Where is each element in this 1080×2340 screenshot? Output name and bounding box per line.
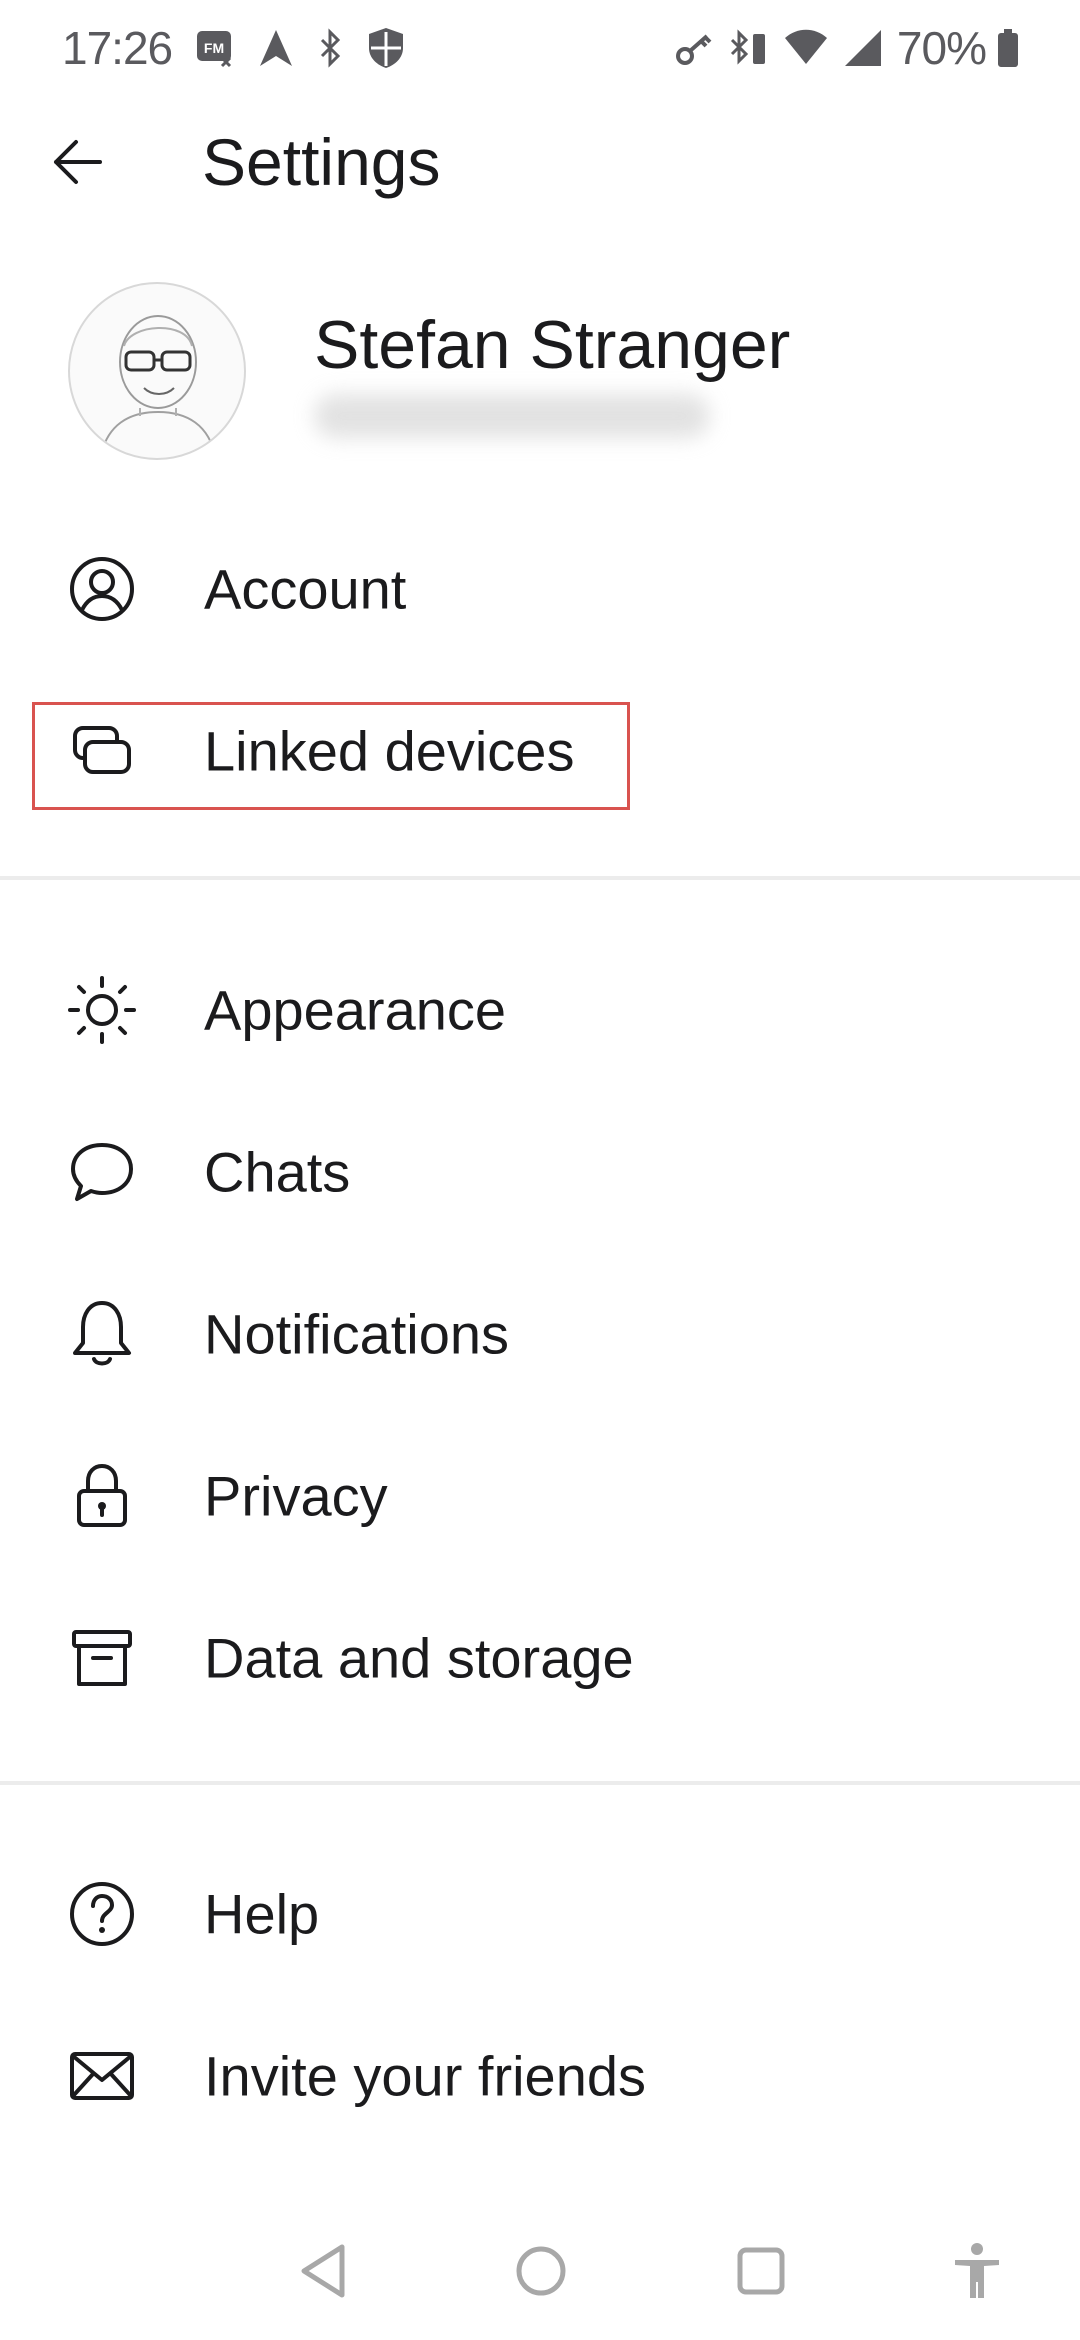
menu-item-label: Notifications <box>204 1302 510 1366</box>
sun-icon <box>66 974 138 1046</box>
signal-icon <box>843 28 883 68</box>
profile-header[interactable]: Stefan Stranger <box>0 270 1080 470</box>
bluetooth-icon <box>318 28 342 68</box>
vpn-key-icon <box>675 28 715 68</box>
account-circle-icon <box>66 553 138 625</box>
wifi-icon <box>783 28 829 68</box>
settings-screen: 17:26 FM 70% Settings Stefan Stranger Ac… <box>0 0 1080 2340</box>
menu-item-label: Data and storage <box>204 1626 634 1690</box>
back-button[interactable] <box>36 120 120 204</box>
fm-radio-icon: FM <box>194 28 234 68</box>
app-bar: Settings <box>0 96 1080 228</box>
navigation-arrow-icon <box>258 28 294 68</box>
menu-item-label: Help <box>204 1882 320 1946</box>
envelope-icon <box>66 2040 138 2112</box>
status-left: 17:26 FM <box>62 21 430 75</box>
section-divider <box>0 1781 1080 1785</box>
menu-item-notifications[interactable]: Notifications <box>0 1253 1080 1415</box>
arrow-back-icon <box>54 140 102 184</box>
system-nav-bar <box>0 2220 1080 2320</box>
status-right: 70% <box>675 21 1020 75</box>
menu-item-invite-your-friends[interactable]: Invite your friends <box>0 1995 1080 2157</box>
menu-item-chats[interactable]: Chats <box>0 1091 1080 1253</box>
svg-text:FM: FM <box>204 40 224 56</box>
menu-item-label: Account <box>204 557 407 621</box>
accessibility-icon <box>955 2243 999 2298</box>
profile-name: Stefan Stranger <box>314 307 791 383</box>
menu-item-linked-devices[interactable]: Linked devices <box>0 670 1080 832</box>
battery-icon <box>996 28 1020 68</box>
menu-item-label: Appearance <box>204 978 507 1042</box>
battery-percent: 70% <box>896 22 987 74</box>
shield-icon <box>366 26 406 70</box>
nav-back-icon <box>301 2244 345 2298</box>
avatar[interactable] <box>68 282 246 460</box>
status-time: 17:26 <box>62 22 173 74</box>
menu-item-data-and-storage[interactable]: Data and storage <box>0 1577 1080 1739</box>
section-divider <box>0 876 1080 880</box>
nav-recents-icon <box>737 2247 785 2295</box>
avatar-sketch-icon <box>99 315 217 458</box>
nav-recents-button[interactable] <box>726 2236 796 2306</box>
chat-bubble-icon <box>66 1136 138 1208</box>
lock-icon <box>66 1460 138 1532</box>
page-title: Settings <box>202 125 441 199</box>
bell-icon <box>66 1298 138 1370</box>
menu-item-help[interactable]: Help <box>0 1833 1080 1995</box>
archive-box-icon <box>66 1622 138 1694</box>
linked-devices-icon <box>66 715 138 787</box>
status-bar: 17:26 FM 70% <box>0 0 1080 96</box>
accessibility-button[interactable] <box>942 2236 1012 2306</box>
menu-item-label: Privacy <box>204 1464 388 1528</box>
profile-phone-redacted <box>314 394 710 438</box>
menu-item-privacy[interactable]: Privacy <box>0 1415 1080 1577</box>
nav-home-button[interactable] <box>506 2236 576 2306</box>
menu-item-label: Invite your friends <box>204 2044 646 2108</box>
nav-back-button[interactable] <box>288 2236 358 2306</box>
menu-item-account[interactable]: Account <box>0 508 1080 670</box>
bluetooth-battery-icon <box>729 28 769 68</box>
nav-home-icon <box>516 2246 566 2296</box>
help-circle-icon <box>66 1878 138 1950</box>
menu-item-appearance[interactable]: Appearance <box>0 929 1080 1091</box>
menu-item-label: Linked devices <box>204 719 575 783</box>
menu-item-label: Chats <box>204 1140 351 1204</box>
